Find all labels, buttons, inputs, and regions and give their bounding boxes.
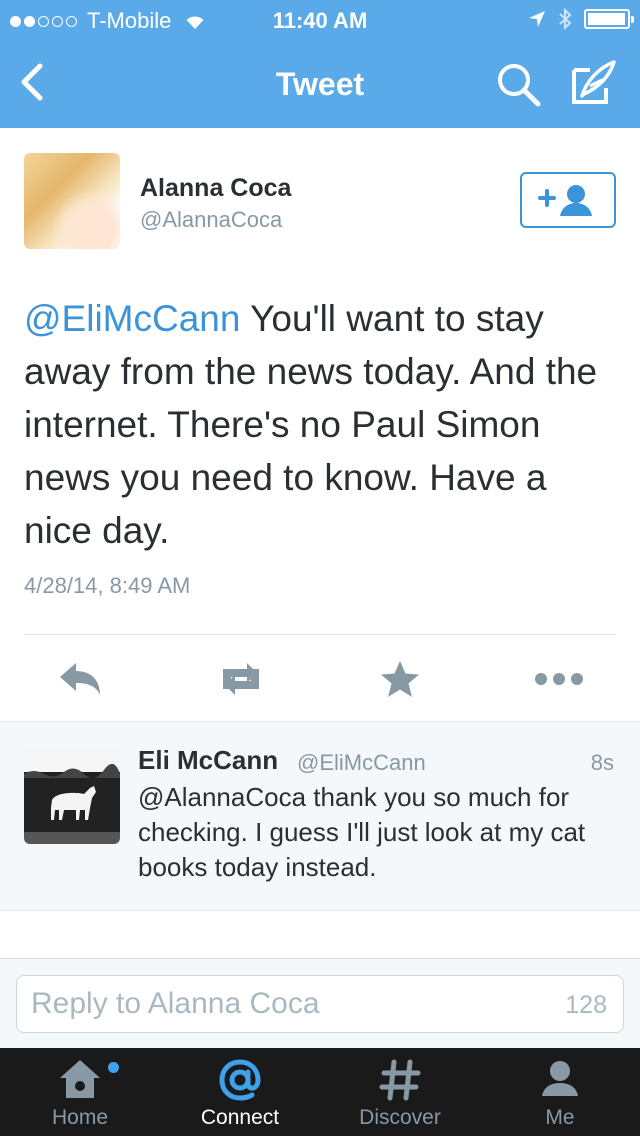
reply-input-box[interactable]: 128 (16, 975, 624, 1033)
author-handle[interactable]: @AlannaCoca (140, 207, 282, 233)
bluetooth-icon (559, 8, 572, 30)
at-icon (219, 1059, 261, 1101)
tab-discover[interactable]: Discover (320, 1048, 480, 1136)
goat-avatar-image (24, 748, 120, 844)
tab-label: Me (545, 1106, 575, 1129)
page-title: Tweet (275, 66, 365, 102)
hashtag-icon (379, 1059, 421, 1101)
reply-input[interactable] (31, 976, 531, 1032)
reply-text: @AlannaCoca thank you so much for checki… (138, 782, 586, 882)
reply-time: 8s (590, 750, 614, 775)
status-bar: T-Mobile 11:40 AM (0, 0, 640, 40)
notification-dot (108, 1062, 119, 1073)
tab-connect[interactable]: Connect (160, 1048, 320, 1136)
favorite-button[interactable] (372, 656, 428, 702)
battery-icon (584, 9, 634, 29)
reply-icon (60, 663, 100, 695)
retweet-button[interactable] (213, 656, 269, 702)
divider (0, 910, 640, 911)
person-icon (542, 1061, 578, 1096)
search-icon[interactable] (494, 60, 542, 108)
home-icon (60, 1060, 100, 1098)
follow-button[interactable] (520, 172, 616, 228)
author-name[interactable]: Alanna Coca (140, 174, 291, 203)
location-arrow-icon (529, 11, 545, 27)
nav-bar: Tweet (0, 40, 640, 128)
author-avatar[interactable] (24, 153, 120, 249)
tweet-text: @EliMcCann You'll want to stay away from… (24, 292, 614, 557)
reply-avatar[interactable] (24, 748, 120, 844)
tab-home[interactable]: Home (0, 1048, 160, 1136)
reply-author-name[interactable]: Eli McCann (138, 745, 278, 776)
tab-label: Discover (359, 1106, 441, 1129)
compose-icon[interactable] (568, 58, 618, 108)
tab-bar: Home Connect Discover Me (0, 1048, 640, 1136)
more-icon (535, 673, 583, 685)
reply-author-handle[interactable]: @EliMcCann (297, 750, 426, 776)
character-count: 128 (565, 991, 607, 1019)
reply-button[interactable] (52, 656, 108, 702)
tab-me[interactable]: Me (480, 1048, 640, 1136)
more-button[interactable] (531, 656, 587, 702)
header: T-Mobile 11:40 AM Tweet (0, 0, 640, 128)
retweet-icon (223, 663, 259, 695)
tab-label: Home (51, 1106, 109, 1129)
add-user-icon (538, 185, 592, 216)
tweet-timestamp: 4/28/14, 8:49 AM (24, 573, 191, 598)
tab-label: Connect (200, 1106, 280, 1129)
divider (24, 634, 616, 635)
favorite-icon (381, 661, 419, 697)
mention-link[interactable]: @EliMcCann (24, 298, 240, 339)
